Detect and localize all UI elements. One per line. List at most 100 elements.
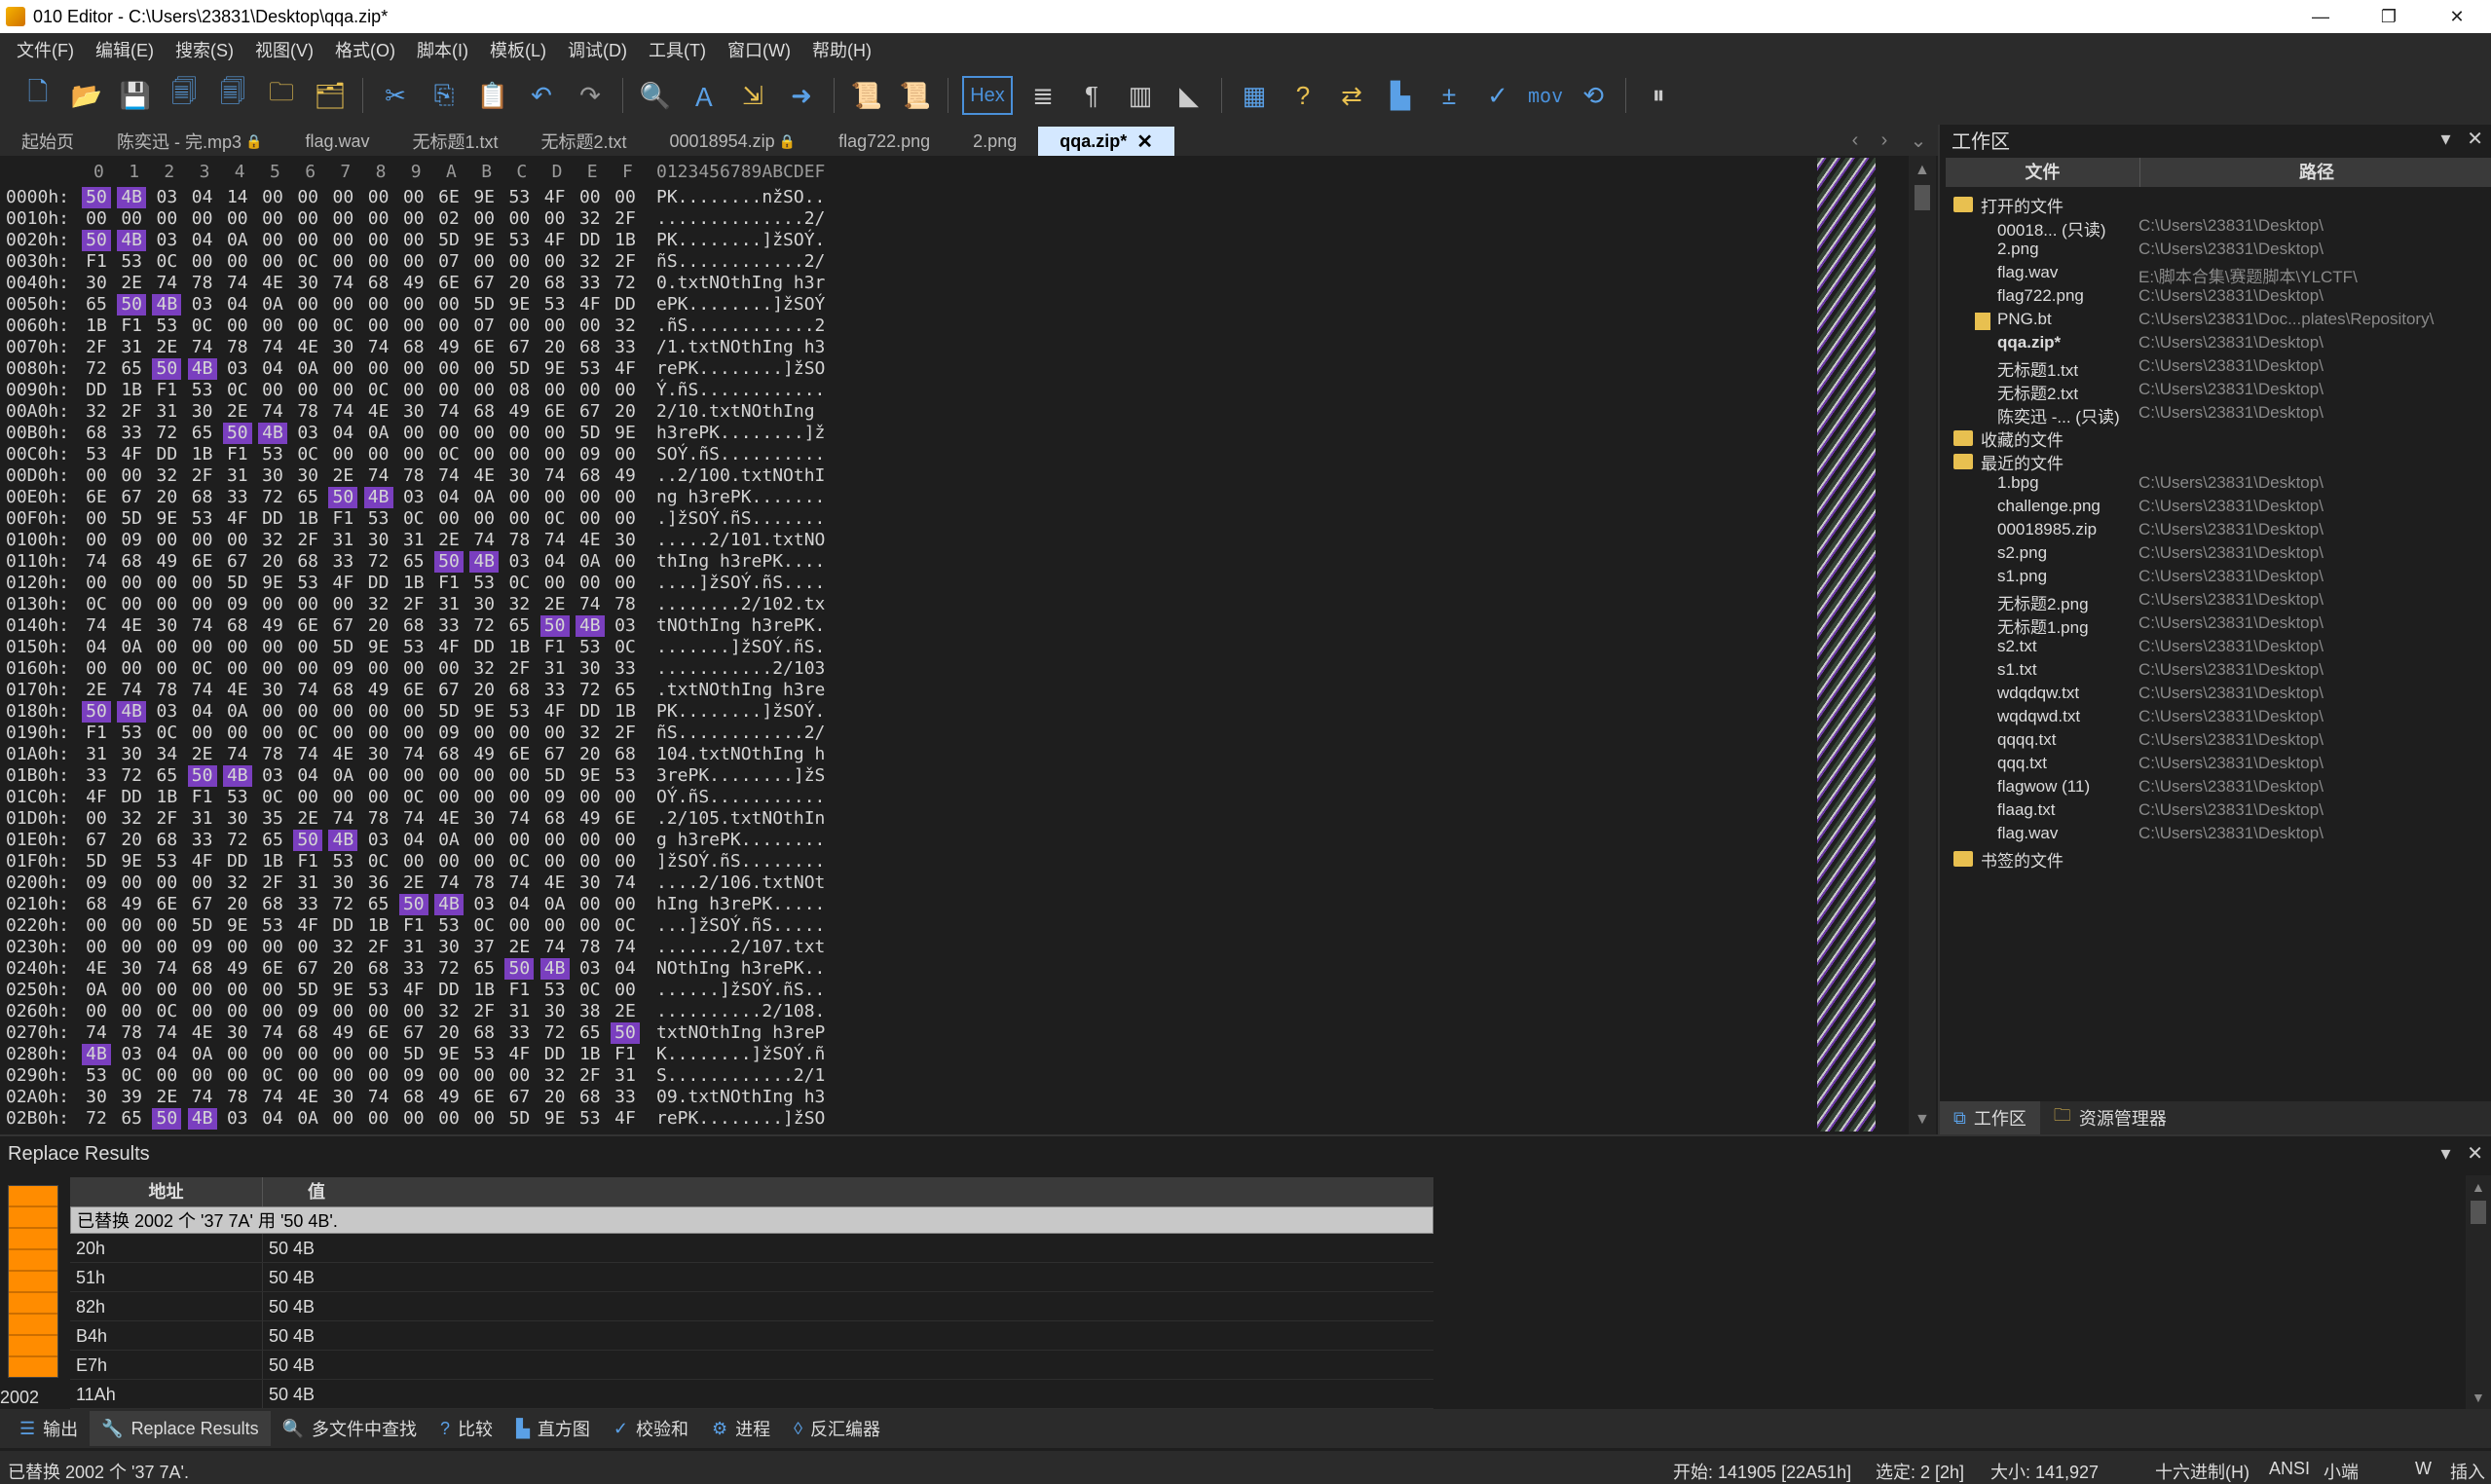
hex-byte[interactable]: 03 bbox=[504, 551, 534, 573]
hex-ascii[interactable]: rePK........]žSO bbox=[656, 1108, 825, 1130]
hex-ascii[interactable]: NOthIng h3rePK.. bbox=[656, 958, 825, 980]
hex-byte[interactable]: 72 bbox=[434, 958, 464, 980]
hex-byte[interactable]: DD bbox=[434, 980, 464, 1001]
hex-ascii[interactable]: h3rePK........]ž bbox=[656, 423, 825, 444]
hex-byte[interactable]: 00 bbox=[188, 872, 217, 894]
hex-byte[interactable]: 72 bbox=[223, 830, 252, 851]
hex-byte[interactable]: 67 bbox=[223, 551, 252, 573]
hex-byte[interactable]: 67 bbox=[434, 680, 464, 701]
hex-byte[interactable]: 00 bbox=[364, 1065, 393, 1087]
hex-byte[interactable]: 0C bbox=[258, 787, 287, 808]
hex-byte[interactable]: 00 bbox=[223, 1065, 252, 1087]
panel-tab[interactable]: 🔍 多文件中查找 bbox=[271, 1411, 428, 1446]
hex-byte[interactable]: 00 bbox=[611, 187, 640, 208]
hex-byte[interactable]: 00 bbox=[399, 1001, 428, 1022]
hex-byte[interactable]: 39 bbox=[117, 1087, 146, 1108]
hex-byte[interactable]: 53 bbox=[293, 573, 322, 594]
hex-byte[interactable]: 32 bbox=[576, 251, 605, 273]
hex-byte[interactable]: 00 bbox=[152, 915, 181, 937]
hex-byte[interactable]: 32 bbox=[117, 808, 146, 830]
hex-row[interactable]: 0200h: 09 00 00 00 32 2F 31 30 36 2E 74 78 74 4E 30 74..… bbox=[0, 872, 1938, 894]
hex-byte[interactable]: 65 bbox=[469, 958, 499, 980]
file-tab[interactable]: 陈奕迅 - 完.mp3 🔒 bbox=[95, 127, 283, 156]
hex-byte[interactable]: DD bbox=[152, 444, 181, 465]
hex-byte[interactable]: 68 bbox=[540, 808, 570, 830]
hex-byte[interactable]: 00 bbox=[399, 187, 428, 208]
hex-ascii[interactable]: K........]žSOÝ.ñ bbox=[656, 1044, 825, 1065]
hex-byte[interactable]: 00 bbox=[399, 251, 428, 273]
hex-byte[interactable]: 65 bbox=[152, 765, 181, 787]
hex-byte[interactable]: 4B bbox=[328, 830, 358, 851]
hex-byte[interactable]: 30 bbox=[504, 465, 534, 487]
hex-byte[interactable]: 00 bbox=[399, 701, 428, 723]
hex-byte[interactable]: 00 bbox=[434, 358, 464, 380]
hex-byte[interactable]: 78 bbox=[223, 1087, 252, 1108]
hex-byte[interactable]: 53 bbox=[258, 915, 287, 937]
hex-byte[interactable]: 00 bbox=[434, 851, 464, 872]
panel-menu-icon[interactable]: ▾ bbox=[2441, 1143, 2451, 1165]
hex-byte[interactable]: 6E bbox=[540, 401, 570, 423]
hex-byte[interactable]: 65 bbox=[117, 1108, 146, 1130]
hex-byte[interactable]: 0C bbox=[258, 1065, 287, 1087]
hex-byte[interactable]: 4B bbox=[82, 1044, 111, 1065]
hex-byte[interactable]: DD bbox=[576, 701, 605, 723]
hex-byte[interactable]: 00 bbox=[188, 573, 217, 594]
panel-tab[interactable]: ☰ 输出 bbox=[8, 1411, 90, 1446]
hex-byte[interactable]: 00 bbox=[293, 187, 322, 208]
hex-byte[interactable]: 9E bbox=[540, 1108, 570, 1130]
hex-byte[interactable]: 49 bbox=[258, 615, 287, 637]
hex-byte[interactable]: 4B bbox=[222, 765, 252, 787]
hex-byte[interactable]: DD bbox=[540, 1044, 570, 1065]
hex-byte[interactable]: 5D bbox=[117, 508, 146, 530]
hex-byte[interactable]: 00 bbox=[364, 658, 393, 680]
file-tab[interactable]: flag722.png bbox=[817, 127, 951, 156]
hex-byte[interactable]: 00 bbox=[293, 380, 322, 401]
hex-byte[interactable]: 68 bbox=[611, 744, 640, 765]
hex-byte[interactable]: 1B bbox=[504, 637, 534, 658]
hex-byte[interactable]: 30 bbox=[576, 658, 605, 680]
hex-ascii[interactable]: ñS............2/ bbox=[656, 251, 825, 273]
hex-byte[interactable]: 5D bbox=[469, 294, 499, 315]
hex-byte[interactable]: 00 bbox=[293, 230, 322, 251]
hex-byte[interactable]: 74 bbox=[399, 744, 428, 765]
workspace-file-item[interactable]: 无标题1.txt C:\Users\23831\Desktop\ bbox=[1946, 356, 2491, 380]
hex-byte[interactable]: 04 bbox=[328, 423, 357, 444]
hex-byte[interactable]: 5D bbox=[328, 637, 357, 658]
hex-byte[interactable]: 0A bbox=[434, 830, 464, 851]
hex-byte[interactable]: 09 bbox=[188, 937, 217, 958]
hex-byte[interactable]: 30 bbox=[82, 273, 111, 294]
hex-ascii[interactable]: PK........]žSOÝ. bbox=[656, 230, 825, 251]
hex-byte[interactable]: 4E bbox=[328, 744, 357, 765]
hex-byte[interactable]: DD bbox=[117, 787, 146, 808]
save-icon[interactable]: 💾 bbox=[114, 74, 157, 117]
hex-byte[interactable]: 00 bbox=[364, 1108, 393, 1130]
workspace-file-item[interactable]: s2.png C:\Users\23831\Desktop\ bbox=[1946, 543, 2491, 567]
hex-ascii[interactable]: ...........2/103 bbox=[656, 658, 825, 680]
hex-byte[interactable]: 6E bbox=[469, 1087, 499, 1108]
hex-byte[interactable]: 4B bbox=[258, 423, 287, 444]
hex-byte[interactable]: F1 bbox=[82, 723, 111, 744]
hex-byte[interactable]: 6E bbox=[504, 744, 534, 765]
hex-byte[interactable]: 09 bbox=[434, 723, 464, 744]
hex-byte[interactable]: 0C bbox=[576, 980, 605, 1001]
hex-byte[interactable]: 2F bbox=[152, 808, 181, 830]
hex-byte[interactable]: 2F bbox=[576, 1065, 605, 1087]
workspace-file-item[interactable]: 陈奕迅 -... (只读) C:\Users\23831\Desktop\ bbox=[1946, 403, 2491, 427]
hex-byte[interactable]: 00 bbox=[328, 187, 357, 208]
status-endian[interactable]: 小端 bbox=[2324, 1459, 2359, 1484]
hex-byte[interactable]: 50 bbox=[398, 894, 428, 915]
hex-byte[interactable]: 4F bbox=[293, 915, 322, 937]
hex-byte[interactable]: 00 bbox=[434, 787, 464, 808]
cut-icon[interactable]: ✂ bbox=[374, 74, 417, 117]
hex-byte[interactable]: 32 bbox=[152, 465, 181, 487]
hex-byte[interactable]: 00 bbox=[611, 508, 640, 530]
hex-byte[interactable]: 5D bbox=[399, 1044, 428, 1065]
panel-close-icon[interactable]: ✕ bbox=[2467, 129, 2483, 150]
file-tab[interactable]: 起始页 bbox=[0, 127, 95, 156]
hex-byte[interactable]: 30 bbox=[82, 1087, 111, 1108]
hex-row[interactable]: 01E0h: 67 20 68 33 72 65 50 4B 03 04 0A 00 00 00 00 00 g … bbox=[0, 830, 1938, 851]
hex-ascii[interactable]: /1.txtNOthIng h3 bbox=[656, 337, 825, 358]
hex-row[interactable]: 0030h: F1 53 0C 00 00 00 0C 00 00 00 07 00 00 00 32 2F ñS… bbox=[0, 251, 1938, 273]
workspace-file-item[interactable]: flag.wav C:\Users\23831\Desktop\ bbox=[1946, 824, 2491, 847]
hex-byte[interactable]: 9E bbox=[611, 423, 640, 444]
